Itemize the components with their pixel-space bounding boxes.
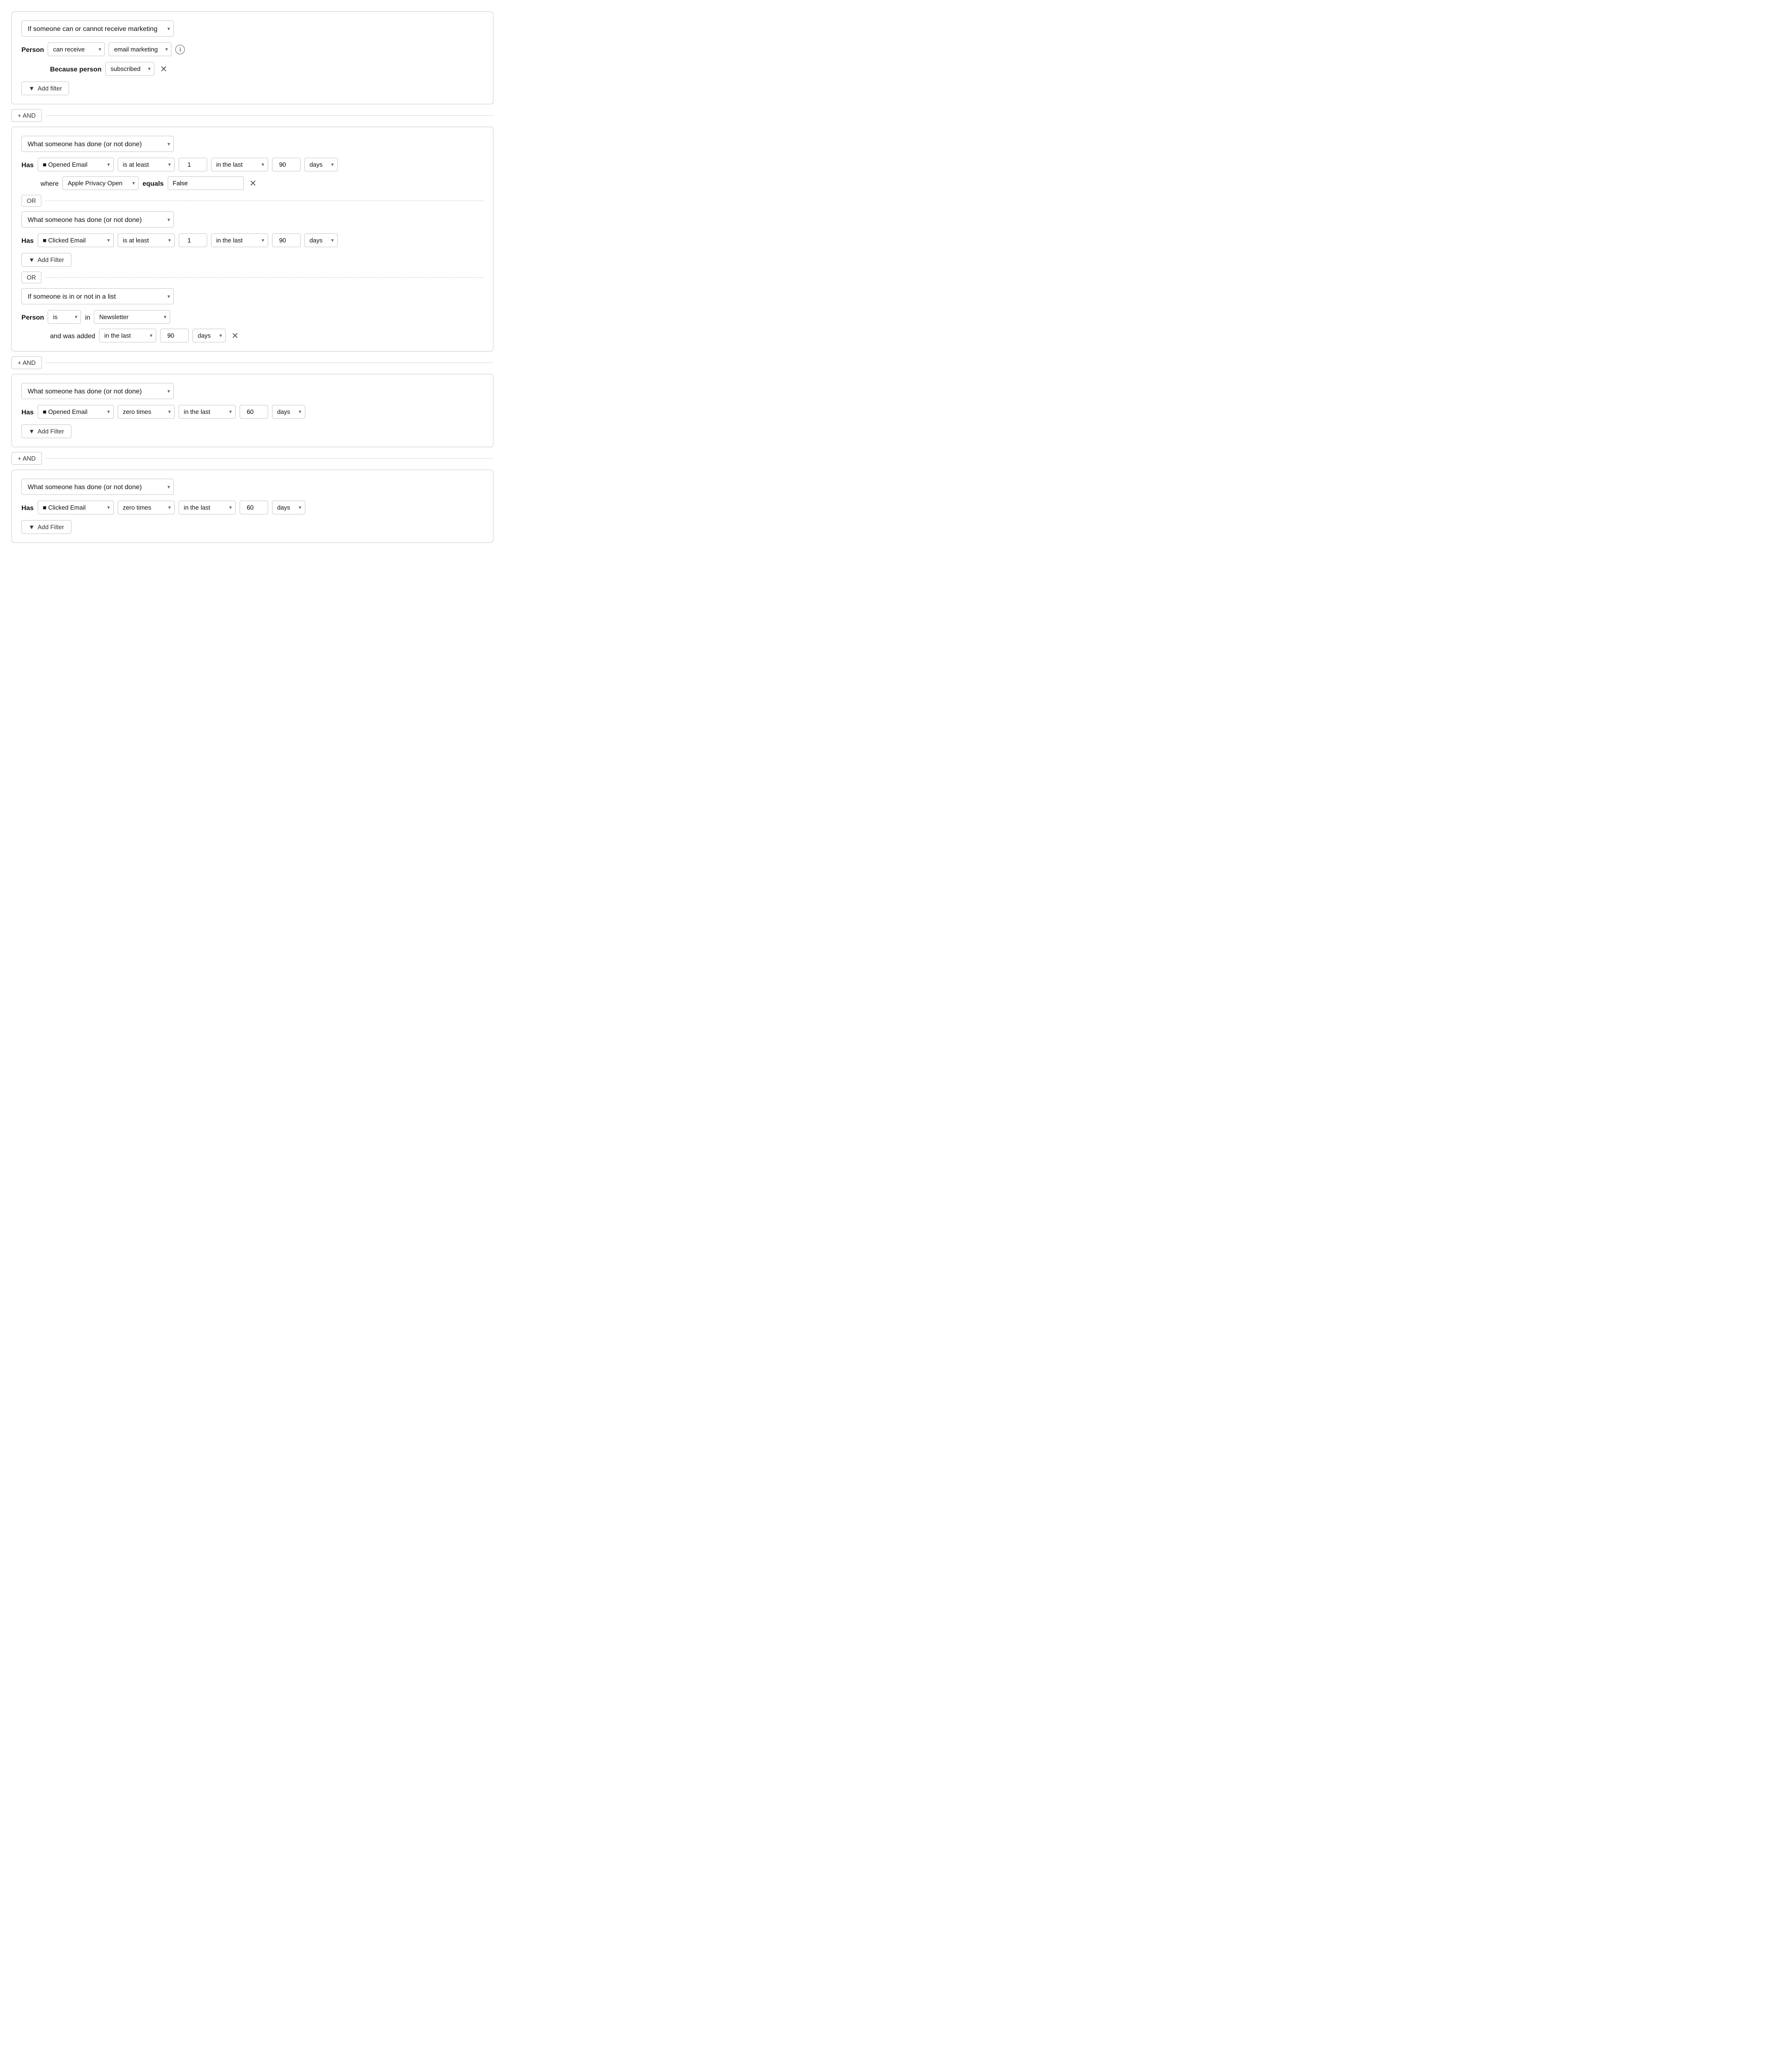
- person-label: Person: [21, 46, 44, 53]
- add-filter-button-1[interactable]: ▼ Add filter: [21, 81, 69, 95]
- and-line-2: [46, 362, 493, 363]
- add-filter-label-3: Add Filter: [38, 428, 64, 435]
- and-button-1[interactable]: + AND: [11, 109, 42, 122]
- added-days-input[interactable]: [160, 329, 189, 342]
- time-type-select-2[interactable]: in the last: [211, 233, 268, 247]
- equals-value-input[interactable]: [168, 176, 244, 190]
- count-type-select-2[interactable]: is at least: [118, 233, 175, 247]
- or-connector-2: OR: [21, 267, 483, 288]
- remove-because-button[interactable]: ✕: [158, 65, 169, 73]
- remove-where-button[interactable]: ✕: [248, 179, 259, 188]
- equals-label-1: equals: [142, 180, 163, 187]
- has-label-4: Has: [21, 504, 34, 512]
- clicked-email-select-2[interactable]: ■ Clicked Email: [38, 501, 114, 514]
- and-was-added-label: and was added: [50, 332, 95, 340]
- marketing-type-select[interactable]: email marketing: [109, 42, 171, 56]
- is-select[interactable]: is: [48, 310, 81, 324]
- count-type-select-1[interactable]: is at least: [118, 158, 175, 171]
- clicked-email-select-1[interactable]: ■ Clicked Email: [38, 233, 114, 247]
- days-input-4[interactable]: [240, 501, 268, 514]
- in-label: in: [85, 313, 90, 321]
- days-input-1[interactable]: [272, 158, 301, 171]
- add-filter-label-4: Add Filter: [38, 523, 64, 531]
- what-done-select-1[interactable]: What someone has done (or not done): [21, 136, 174, 152]
- add-filter-button-3[interactable]: ▼ Add Filter: [21, 424, 71, 438]
- or-line-2: [45, 277, 484, 278]
- block-marketing: If someone can or cannot receive marketi…: [11, 11, 493, 104]
- block-clicked-zero: What someone has done (or not done) Has …: [11, 470, 493, 543]
- where-row-1: where Apple Privacy Open equals ✕: [40, 176, 483, 190]
- zero-times-select-2[interactable]: zero times: [118, 501, 175, 514]
- person-label-3: Person: [21, 313, 44, 321]
- add-filter-button-4[interactable]: ▼ Add Filter: [21, 520, 71, 534]
- marketing-main-select[interactable]: If someone can or cannot receive marketi…: [21, 20, 174, 37]
- unit-select-1[interactable]: days: [304, 158, 338, 171]
- has-label-1: Has: [21, 161, 34, 169]
- what-done-select-2[interactable]: What someone has done (or not done): [21, 211, 174, 228]
- block-opened-zero: What someone has done (or not done) Has …: [11, 374, 493, 447]
- list-select[interactable]: Newsletter: [94, 310, 170, 324]
- info-icon[interactable]: i: [175, 45, 185, 54]
- block-or-group: What someone has done (or not done) Has …: [11, 127, 493, 352]
- and-connector-3: + AND: [11, 447, 493, 470]
- has-label-3: Has: [21, 408, 34, 416]
- remove-added-button[interactable]: ✕: [230, 331, 241, 340]
- add-filter-button-2[interactable]: ▼ Add Filter: [21, 253, 71, 267]
- filter-icon-1: ▼: [29, 85, 35, 92]
- unit-select-2[interactable]: days: [304, 233, 338, 247]
- added-time-select[interactable]: in the last: [99, 329, 156, 342]
- filter-icon-3: ▼: [29, 428, 35, 435]
- where-label-1: where: [40, 180, 59, 187]
- and-button-3[interactable]: + AND: [11, 452, 42, 465]
- has-label-2: Has: [21, 237, 34, 244]
- and-connector-2: + AND: [11, 352, 493, 374]
- or-button-1[interactable]: OR: [21, 195, 41, 207]
- and-was-added-row: and was added in the last days ✕: [50, 329, 483, 342]
- count-number-input-1[interactable]: [179, 158, 207, 171]
- time-type-select-1[interactable]: in the last: [211, 158, 268, 171]
- apple-privacy-select[interactable]: Apple Privacy Open: [62, 176, 139, 190]
- unit-select-3[interactable]: days: [272, 405, 305, 419]
- count-number-input-2[interactable]: [179, 233, 207, 247]
- days-input-2[interactable]: [272, 233, 301, 247]
- or-connector-1: OR: [21, 190, 483, 211]
- days-input-3[interactable]: [240, 405, 268, 419]
- and-connector-1: + AND: [11, 104, 493, 127]
- add-filter-label-2: Add Filter: [38, 256, 64, 263]
- zero-times-select-1[interactable]: zero times: [118, 405, 175, 419]
- added-unit-select[interactable]: days: [192, 329, 226, 342]
- and-line-1: [46, 115, 493, 116]
- subscribed-select[interactable]: subscribed: [105, 62, 154, 76]
- filter-icon-2: ▼: [29, 256, 35, 263]
- and-line-3: [46, 458, 493, 459]
- opened-email-select-1[interactable]: ■ Opened Email: [38, 158, 114, 171]
- opened-email-select-2[interactable]: ■ Opened Email: [38, 405, 114, 419]
- what-done-select-4[interactable]: What someone has done (or not done): [21, 479, 174, 495]
- because-person-label: Because person: [50, 65, 101, 73]
- time-type-select-3[interactable]: in the last: [179, 405, 236, 419]
- list-main-select[interactable]: If someone is in or not in a list: [21, 288, 174, 304]
- unit-select-4[interactable]: days: [272, 501, 305, 514]
- or-button-2[interactable]: OR: [21, 271, 41, 283]
- filter-icon-4: ▼: [29, 523, 35, 531]
- can-receive-select[interactable]: can receive: [48, 42, 105, 56]
- add-filter-label-1: Add filter: [38, 85, 62, 92]
- time-type-select-4[interactable]: in the last: [179, 501, 236, 514]
- and-button-2[interactable]: + AND: [11, 356, 42, 369]
- what-done-select-3[interactable]: What someone has done (or not done): [21, 383, 174, 399]
